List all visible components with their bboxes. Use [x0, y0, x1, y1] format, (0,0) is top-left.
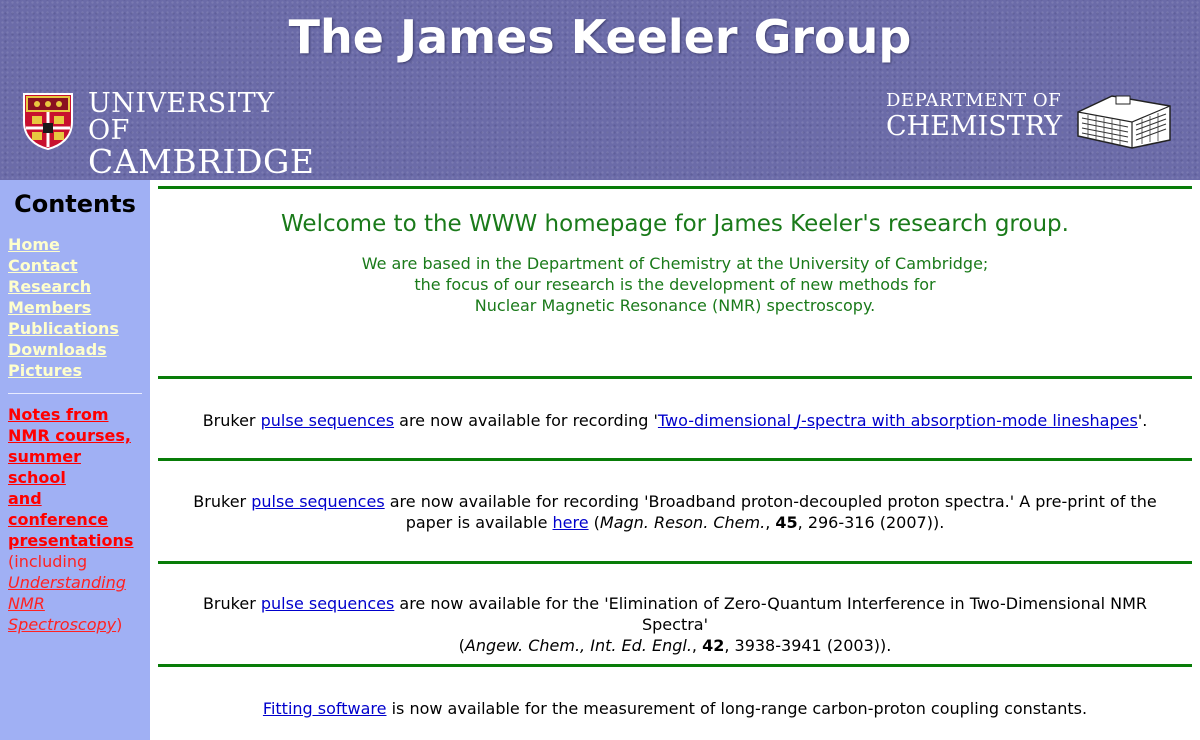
welcome-section: Welcome to the WWW homepage for James Ke…	[158, 209, 1192, 376]
sidebar: Contents Home Contact Research Members P…	[0, 180, 150, 740]
welcome-description: We are based in the Department of Chemis…	[361, 254, 989, 315]
nav-link-members[interactable]: Members	[8, 297, 142, 318]
university-name-line1: UNIVERSITY OF	[88, 88, 275, 146]
pulse-sequences-link[interactable]: pulse sequences	[261, 411, 394, 430]
fitting-software-link[interactable]: Fitting software	[263, 699, 387, 718]
department-name-line2: CHEMISTRY	[886, 111, 1063, 142]
site-title: The James Keeler Group	[288, 10, 912, 64]
news-item: Bruker pulse sequences are now available…	[202, 411, 1148, 430]
understanding-nmr-link[interactable]: Understanding NMR Spectroscopy	[8, 573, 126, 634]
university-logo[interactable]: UNIVERSITY OF CAMBRIDGE	[22, 88, 322, 178]
pulse-sequences-link[interactable]: pulse sequences	[251, 492, 384, 511]
nav-link-pictures[interactable]: Pictures	[8, 360, 142, 381]
nav-link-publications[interactable]: Publications	[8, 318, 142, 339]
main-content: Welcome to the WWW homepage for James Ke…	[158, 186, 1192, 740]
nav-link-contact[interactable]: Contact	[8, 255, 142, 276]
nav-link-research[interactable]: Research	[8, 276, 142, 297]
welcome-title: Welcome to the WWW homepage for James Ke…	[281, 211, 1069, 237]
site-header: The James Keeler Group UNIVERSITY OF CAM…	[0, 0, 1200, 180]
sidebar-divider	[8, 393, 142, 394]
preprint-here-link[interactable]: here	[553, 513, 589, 532]
department-name-line1: DEPARTMENT OF	[886, 90, 1062, 111]
nav-link-downloads[interactable]: Downloads	[8, 339, 142, 360]
contents-heading: Contents	[14, 190, 136, 218]
nav-list: Home Contact Research Members Publicatio…	[8, 234, 142, 381]
nav-link-home[interactable]: Home	[8, 234, 142, 255]
department-logo[interactable]: DEPARTMENT OF CHEMISTRY	[886, 92, 1176, 154]
university-name-line2: CAMBRIDGE	[88, 142, 315, 181]
notes-including-text: (including	[8, 552, 88, 571]
news-item: Fitting software is now available for th…	[262, 699, 1088, 718]
cambridge-crest-icon	[23, 93, 73, 150]
section-divider	[158, 186, 1192, 189]
nmr-notes-link[interactable]: Notes from NMR courses, summer school an…	[8, 405, 133, 550]
news-item: Bruker pulse sequences are now available…	[193, 492, 1157, 532]
j-spectra-link[interactable]: Two-dimensional J-spectra with absorptio…	[658, 411, 1138, 430]
news-item: Bruker pulse sequences are now available…	[202, 594, 1148, 655]
chemistry-building-icon	[1077, 95, 1171, 149]
pulse-sequences-link[interactable]: pulse sequences	[261, 594, 394, 613]
nmr-notes-block: Notes from NMR courses, summer school an…	[8, 405, 134, 634]
